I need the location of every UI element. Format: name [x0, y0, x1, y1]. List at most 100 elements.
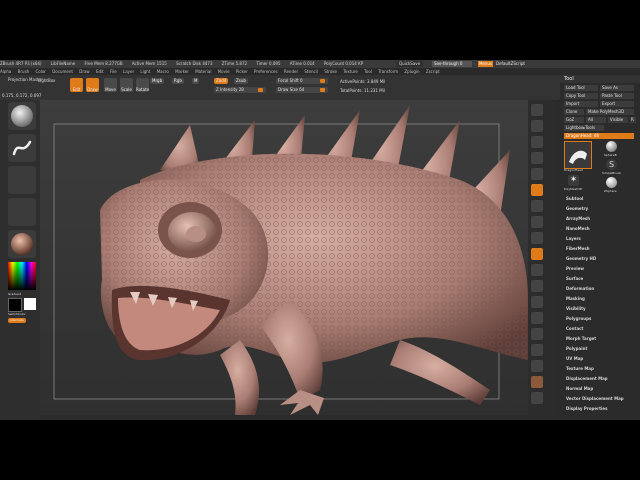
default-zscript-button[interactable]: DefaultZScript: [496, 60, 525, 68]
zadd-button[interactable]: Zadd: [214, 78, 229, 84]
see-through-slider[interactable]: See-through 0: [432, 61, 472, 67]
menu-draw[interactable]: Draw: [79, 69, 89, 74]
rotate-view-button[interactable]: [531, 312, 543, 324]
subtool-section[interactable]: Subtool: [566, 196, 583, 201]
brush-selector[interactable]: [8, 102, 36, 130]
z-intensity-handle[interactable]: [258, 88, 263, 92]
alternate-button[interactable]: Alternate: [8, 318, 26, 323]
menu-macro[interactable]: Macro: [157, 69, 169, 74]
menu-color[interactable]: Color: [35, 69, 45, 74]
mrgb-button[interactable]: Mrgb: [150, 78, 165, 84]
material-selector[interactable]: [8, 230, 36, 258]
zoom3d-button[interactable]: [531, 296, 543, 308]
menu-brush[interactable]: Brush: [18, 69, 30, 74]
menu-movie[interactable]: Movie: [218, 69, 230, 74]
menu-texture[interactable]: Texture: [343, 69, 358, 74]
displacement-map-section[interactable]: Displacement Map: [566, 376, 608, 381]
display-properties-section[interactable]: Display Properties: [566, 406, 607, 411]
menu-file[interactable]: File: [110, 69, 117, 74]
xyz-button[interactable]: [531, 248, 543, 260]
canvas-viewport[interactable]: [40, 100, 528, 415]
tool-palette-title[interactable]: Tool: [560, 75, 640, 83]
quicksave-button[interactable]: QuickSave: [396, 61, 424, 67]
texture-selector[interactable]: [8, 198, 36, 226]
clone-button[interactable]: Clone: [564, 109, 584, 115]
switch-color-label[interactable]: SwitchColor: [8, 312, 26, 316]
edit-mode-button[interactable]: Edit: [70, 78, 83, 92]
paste-tool-button[interactable]: Paste Tool: [600, 93, 634, 99]
contact-section[interactable]: Contact: [566, 326, 583, 331]
menu-zplugin[interactable]: Zplugin: [404, 69, 419, 74]
polygroups-section[interactable]: Polygroups: [566, 316, 591, 321]
surface-section[interactable]: Surface: [566, 276, 583, 281]
transp-button[interactable]: [531, 344, 543, 356]
ghost-button[interactable]: [531, 360, 543, 372]
geometry-section[interactable]: Geometry: [566, 206, 588, 211]
import-button[interactable]: Import: [564, 101, 598, 107]
polyf-button[interactable]: [531, 328, 543, 340]
morph-target-section[interactable]: Morph Target: [566, 336, 596, 341]
menu-render[interactable]: Render: [284, 69, 298, 74]
secondary-color-swatch[interactable]: [24, 298, 36, 310]
draw-mode-button[interactable]: Draw: [86, 78, 99, 92]
texture-map-section[interactable]: Texture Map: [566, 366, 594, 371]
deformation-section[interactable]: Deformation: [566, 286, 594, 291]
goz-button[interactable]: GoZ: [564, 117, 584, 123]
visibility-section[interactable]: Visibility: [566, 306, 586, 311]
focal-shift-slider[interactable]: Focal Shift 0: [276, 78, 328, 84]
menu-stencil[interactable]: Stencil: [304, 69, 318, 74]
spix-button[interactable]: [531, 120, 543, 132]
uv-map-section[interactable]: UV Map: [566, 356, 583, 361]
layers-section[interactable]: Layers: [566, 236, 581, 241]
copy-tool-button[interactable]: Copy Tool: [564, 93, 598, 99]
bpr-button[interactable]: [531, 104, 543, 116]
current-tool-slider[interactable]: DragonHead: 48: [564, 133, 634, 139]
color-picker[interactable]: [8, 262, 36, 290]
vector-displacement-section[interactable]: Vector Displacement Map: [566, 396, 624, 401]
make-polymesh-button[interactable]: Make PolyMesh3D: [586, 109, 634, 115]
save-as-button[interactable]: Save As: [600, 85, 634, 91]
solo-button[interactable]: [531, 376, 543, 388]
menu-picker[interactable]: Picker: [236, 69, 248, 74]
draw-size-slider[interactable]: Draw Size 64: [276, 87, 328, 93]
goz-all-button[interactable]: All: [586, 117, 606, 123]
preview-section[interactable]: Preview: [566, 266, 584, 271]
menu-material[interactable]: Material: [195, 69, 211, 74]
frame-button[interactable]: [531, 264, 543, 276]
menu-tool[interactable]: Tool: [364, 69, 372, 74]
zoom-button[interactable]: [531, 152, 543, 164]
menu-light[interactable]: Light: [140, 69, 150, 74]
sphere-thumbnail-icon[interactable]: [606, 141, 617, 152]
load-tool-button[interactable]: Load Tool: [564, 85, 598, 91]
floor-button[interactable]: [531, 200, 543, 212]
lightbox-button[interactable]: LightBox: [38, 78, 55, 83]
export-button[interactable]: Export: [600, 101, 634, 107]
local-button[interactable]: [531, 216, 543, 228]
simple-brush-icon[interactable]: S: [606, 159, 617, 170]
xpose-button[interactable]: [531, 392, 543, 404]
menu-layer[interactable]: Layer: [123, 69, 134, 74]
fibermesh-section[interactable]: FiberMesh: [566, 246, 590, 251]
nanomesh-section[interactable]: NanoMesh: [566, 226, 590, 231]
masking-section[interactable]: Masking: [566, 296, 585, 301]
zsphere-icon[interactable]: [606, 177, 617, 188]
z-intensity-slider[interactable]: Z Intensity 28: [214, 87, 266, 93]
actual-button[interactable]: [531, 168, 543, 180]
rotate-mode-button[interactable]: Rotate: [136, 78, 149, 92]
rgb-button[interactable]: Rgb: [172, 78, 184, 84]
polypaint-section[interactable]: Polypaint: [566, 346, 587, 351]
gradient-label[interactable]: Gradient: [8, 292, 21, 296]
scroll-button[interactable]: [531, 136, 543, 148]
menu-stroke[interactable]: Stroke: [324, 69, 337, 74]
alpha-selector[interactable]: [8, 166, 36, 194]
move-mode-button[interactable]: Move: [104, 78, 117, 92]
menu-transform[interactable]: Transform: [378, 69, 398, 74]
m-button[interactable]: M: [192, 78, 200, 84]
menu-preferences[interactable]: Preferences: [254, 69, 278, 74]
menu-marker[interactable]: Marker: [175, 69, 189, 74]
scale-mode-button[interactable]: Scale: [120, 78, 133, 92]
menu-zscript[interactable]: Zscript: [426, 69, 440, 74]
focal-shift-handle[interactable]: [320, 79, 325, 83]
polymesh-star-icon[interactable]: ✶: [568, 175, 579, 186]
zsub-button[interactable]: Zsub: [234, 78, 248, 84]
